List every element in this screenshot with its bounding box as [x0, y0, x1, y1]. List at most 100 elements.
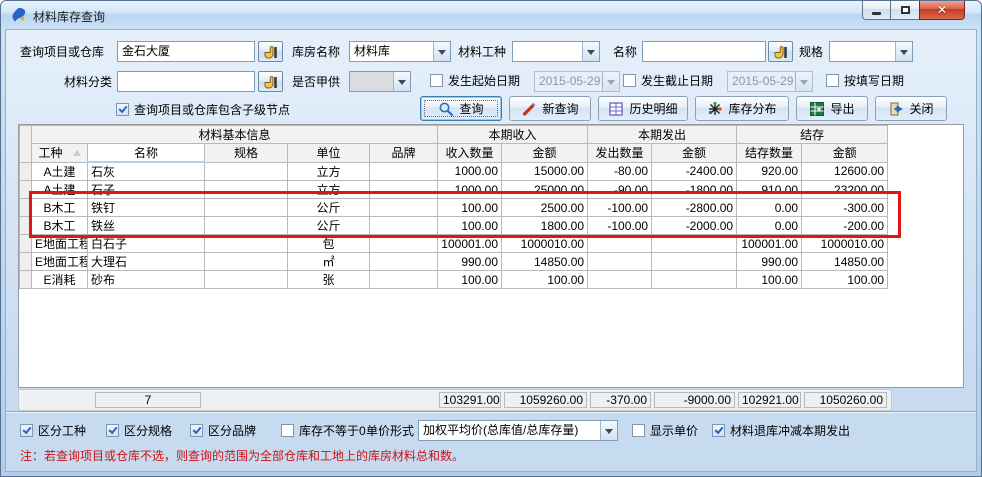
cell[interactable]: 920.00 — [737, 162, 802, 181]
row-indicator[interactable] — [20, 271, 32, 289]
column-header-trade[interactable]: 工种 — [32, 144, 88, 163]
column-header-income-amount[interactable]: 金额 — [502, 144, 588, 163]
cell[interactable]: -90.00 — [588, 181, 652, 199]
name-picker-button[interactable] — [768, 41, 793, 62]
by-fill-date-checkbox[interactable] — [826, 74, 839, 87]
cell[interactable]: 铁丝 — [88, 217, 205, 235]
name-input[interactable] — [642, 41, 766, 62]
cell[interactable]: 1000010.00 — [802, 235, 888, 253]
cell[interactable]: 白石子 — [88, 235, 205, 253]
category-input[interactable] — [117, 71, 255, 92]
cell[interactable]: 包 — [288, 235, 370, 253]
cell[interactable]: A土建 — [32, 162, 88, 181]
column-header-unit[interactable]: 单位 — [288, 144, 370, 163]
cell[interactable]: -300.00 — [802, 199, 888, 217]
chevron-down-icon[interactable] — [393, 72, 410, 91]
cell[interactable]: 12600.00 — [802, 162, 888, 181]
trade-select[interactable] — [512, 41, 600, 62]
return-offset-checkbox[interactable] — [712, 424, 725, 437]
cell[interactable] — [370, 199, 438, 217]
cell[interactable]: 立方 — [288, 162, 370, 181]
cell[interactable]: 石灰 — [88, 162, 205, 181]
cell[interactable]: 100001.00 — [438, 235, 502, 253]
table-row[interactable]: B木工铁钉公斤100.002500.00-100.00-2800.000.00-… — [20, 199, 888, 217]
cell[interactable]: 15000.00 — [502, 162, 588, 181]
chevron-down-icon[interactable] — [602, 72, 619, 91]
cell[interactable]: -2800.00 — [652, 199, 737, 217]
cell[interactable]: 0.00 — [737, 217, 802, 235]
cell[interactable]: A土建 — [32, 181, 88, 199]
row-indicator[interactable] — [20, 253, 32, 271]
show-price-checkbox[interactable] — [632, 424, 645, 437]
cell[interactable] — [205, 162, 288, 181]
cell[interactable]: -80.00 — [588, 162, 652, 181]
column-header-issue-amount[interactable]: 金额 — [652, 144, 737, 163]
cell[interactable]: B木工 — [32, 217, 88, 235]
category-picker-button[interactable] — [258, 71, 283, 92]
cell[interactable] — [652, 271, 737, 289]
cell[interactable]: 100001.00 — [737, 235, 802, 253]
column-header-spec[interactable]: 规格 — [205, 144, 288, 163]
cell[interactable] — [370, 271, 438, 289]
spec-select[interactable] — [829, 41, 913, 62]
distinguish-trade-checkbox[interactable] — [20, 424, 33, 437]
cell[interactable]: -200.00 — [802, 217, 888, 235]
table-row[interactable]: A土建石子立方1000.0025000.00-90.00-1800.00910.… — [20, 181, 888, 199]
cell[interactable] — [205, 199, 288, 217]
cell[interactable]: 14850.00 — [802, 253, 888, 271]
cell[interactable]: 1000.00 — [438, 162, 502, 181]
cell[interactable]: E地面工程 — [32, 235, 88, 253]
cell[interactable] — [370, 253, 438, 271]
cell[interactable]: 990.00 — [438, 253, 502, 271]
cell[interactable] — [370, 162, 438, 181]
minimize-button[interactable] — [862, 1, 891, 20]
close-button[interactable]: ✕ — [919, 1, 965, 20]
row-indicator[interactable] — [20, 217, 32, 235]
cell[interactable]: 910.00 — [737, 181, 802, 199]
stock-distribution-button[interactable]: 库存分布 — [695, 96, 789, 121]
distinguish-brand-checkbox[interactable] — [190, 424, 203, 437]
start-date-select[interactable]: 2015-05-29 — [534, 71, 620, 92]
cell[interactable] — [370, 181, 438, 199]
start-date-checkbox[interactable] — [430, 74, 443, 87]
row-indicator[interactable] — [20, 235, 32, 253]
chevron-down-icon[interactable] — [795, 72, 812, 91]
chevron-down-icon[interactable] — [600, 421, 617, 440]
cell[interactable]: 990.00 — [737, 253, 802, 271]
new-query-button[interactable]: 新查询 — [509, 96, 591, 121]
column-header-name[interactable]: 名称 — [88, 144, 205, 163]
cell[interactable] — [205, 253, 288, 271]
row-indicator[interactable] — [20, 181, 32, 199]
export-button[interactable]: 导出 — [796, 96, 868, 121]
cell[interactable]: 25000.00 — [502, 181, 588, 199]
include-children-checkbox[interactable] — [116, 103, 129, 116]
cell[interactable]: E消耗 — [32, 271, 88, 289]
chevron-down-icon[interactable] — [582, 42, 599, 61]
table-row[interactable]: E地面工程大理石㎡990.0014850.00990.0014850.00 — [20, 253, 888, 271]
cell[interactable] — [205, 181, 288, 199]
cell[interactable]: 100.00 — [438, 217, 502, 235]
cell[interactable]: 公斤 — [288, 217, 370, 235]
cell[interactable]: 2500.00 — [502, 199, 588, 217]
cell[interactable] — [588, 271, 652, 289]
cell[interactable]: 100.00 — [737, 271, 802, 289]
cell[interactable]: 大理石 — [88, 253, 205, 271]
cell[interactable] — [652, 235, 737, 253]
owner-supply-select[interactable] — [349, 71, 411, 92]
end-date-select[interactable]: 2015-05-29 — [727, 71, 813, 92]
column-header-balance-qty[interactable]: 结存数量 — [737, 144, 802, 163]
cell[interactable]: 100.00 — [802, 271, 888, 289]
cell[interactable]: 立方 — [288, 181, 370, 199]
cell[interactable] — [205, 271, 288, 289]
cell[interactable]: 砂布 — [88, 271, 205, 289]
project-input[interactable]: 金石大厦 — [117, 41, 255, 62]
cell[interactable]: 0.00 — [737, 199, 802, 217]
cell[interactable]: E地面工程 — [32, 253, 88, 271]
end-date-checkbox[interactable] — [623, 74, 636, 87]
chevron-down-icon[interactable] — [433, 42, 450, 61]
cell[interactable]: 100.00 — [502, 271, 588, 289]
table-row[interactable]: E消耗砂布张100.00100.00100.00100.00 — [20, 271, 888, 289]
chevron-down-icon[interactable] — [895, 42, 912, 61]
cell[interactable]: 100.00 — [438, 271, 502, 289]
cell[interactable]: 100.00 — [438, 199, 502, 217]
